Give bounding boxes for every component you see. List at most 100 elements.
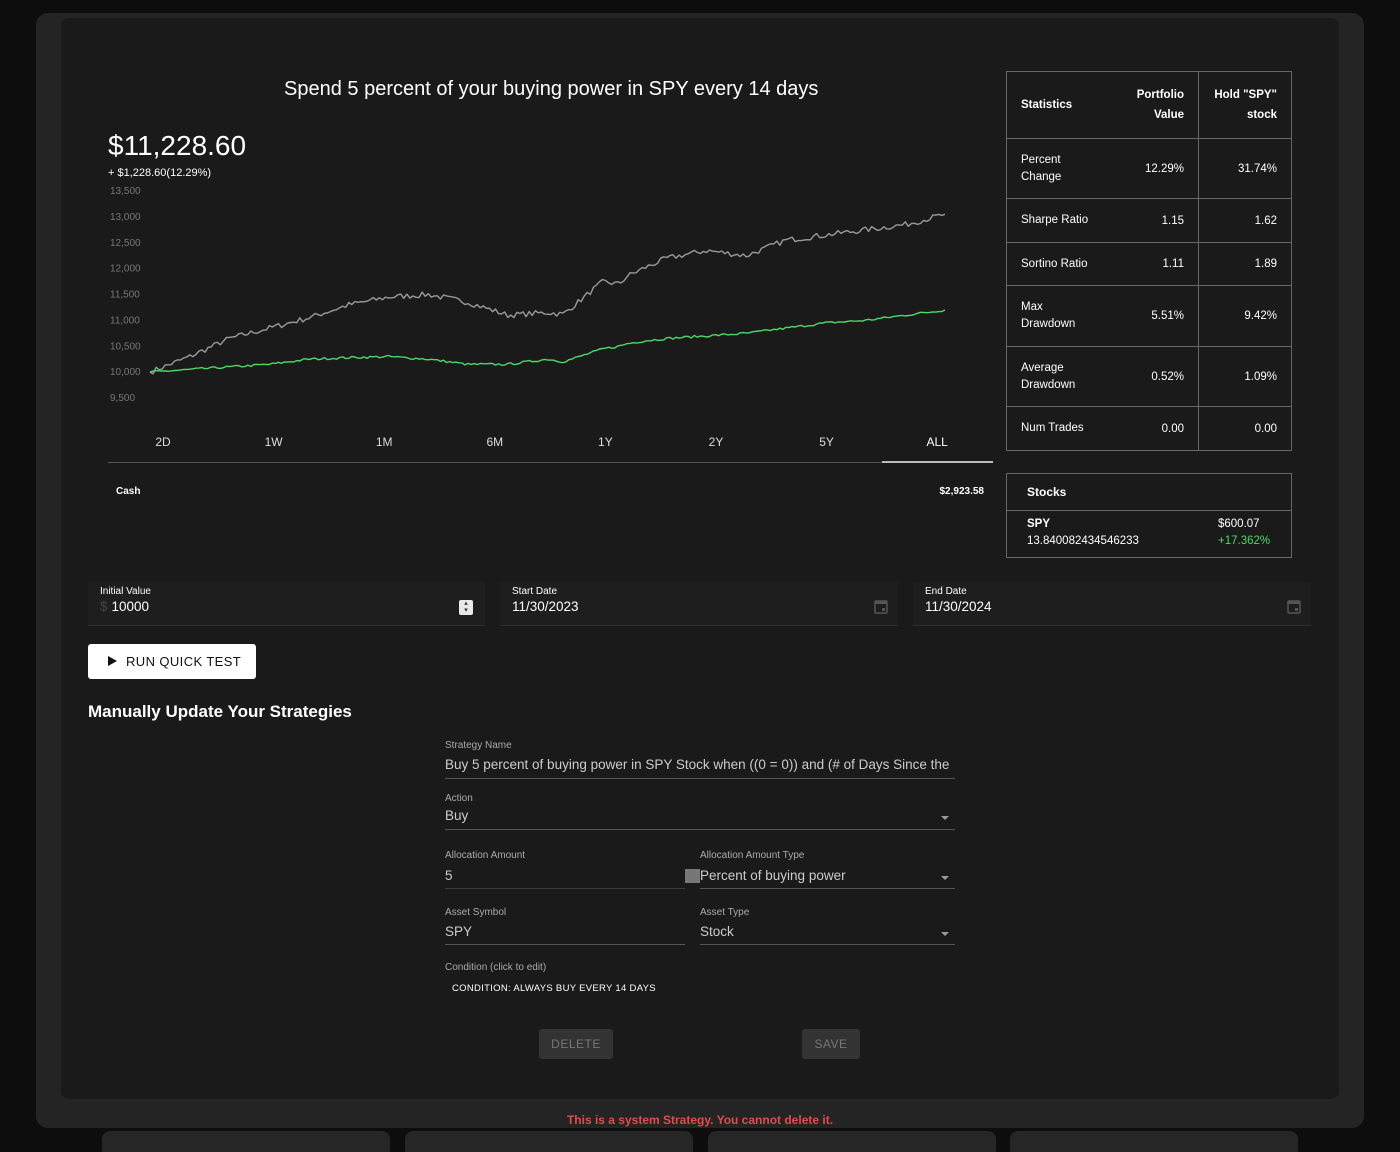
- stats-row-portfolio: 0.00: [1103, 406, 1199, 451]
- y-tick-label: 10,000: [110, 367, 141, 378]
- section-title: Manually Update Your Strategies: [88, 702, 352, 721]
- time-range-tabs: 2D 1W 1M 6M 1Y 2Y 5Y ALL: [108, 430, 993, 464]
- initial-value-input[interactable]: 10000: [112, 599, 150, 614]
- stock-quantity: 13.840082434546233: [1027, 535, 1139, 547]
- allocation-type-label: Allocation Amount Type: [700, 850, 805, 861]
- stats-row-hold: 1.62: [1198, 198, 1292, 243]
- statistics-table: Statistics Portfolio Value Hold "SPY" st…: [1006, 71, 1292, 451]
- number-spinner-icon[interactable]: ▴ ▾: [459, 600, 473, 615]
- stats-row-label: Sharpe Ratio: [1006, 198, 1104, 243]
- y-tick-label: 13,000: [110, 212, 141, 223]
- stocks-header: Stocks: [1007, 474, 1291, 511]
- portfolio-chart: 13,500 13,000 12,500 12,000 11,500 11,000 10,5…: [110, 186, 946, 404]
- stats-row: Sharpe Ratio 1.15 1.62: [1006, 198, 1292, 243]
- stats-row-hold: 9.42%: [1198, 285, 1292, 347]
- stats-row-label: Num Trades: [1006, 406, 1104, 451]
- save-button[interactable]: SAVE: [802, 1029, 860, 1059]
- chevron-down-icon[interactable]: [941, 932, 949, 936]
- y-tick-label: 10,500: [110, 341, 141, 352]
- strategy-card-preview[interactable]: [708, 1131, 996, 1152]
- cash-value: $2,923.58: [939, 486, 985, 497]
- range-tab-all[interactable]: ALL: [882, 430, 992, 462]
- stats-row: Average Drawdown 0.52% 1.09%: [1006, 346, 1292, 407]
- stats-row: Sortino Ratio 1.11 1.89: [1006, 242, 1292, 286]
- range-tab-1m[interactable]: 1M: [329, 430, 439, 462]
- checkbox-icon[interactable]: [685, 869, 700, 883]
- calendar-icon[interactable]: [1287, 599, 1301, 614]
- strategy-name-input[interactable]: Buy 5 percent of buying power in SPY Sto…: [445, 757, 955, 772]
- initial-value-label: Initial Value: [100, 586, 151, 597]
- stats-row-label: Average Drawdown: [1006, 346, 1104, 407]
- run-quick-test-button[interactable]: RUN QUICK TEST: [88, 644, 256, 679]
- start-date-label: Start Date: [512, 586, 558, 597]
- end-date-input[interactable]: 11/30/2024: [925, 599, 992, 614]
- strategy-card-preview[interactable]: [405, 1131, 693, 1152]
- stats-row: Num Trades 0.00 0.00: [1006, 406, 1292, 451]
- strategy-card-preview[interactable]: [1010, 1131, 1298, 1152]
- y-tick-label: 13,500: [110, 186, 141, 197]
- stats-header-hold: Hold "SPY" stock: [1198, 71, 1292, 139]
- calendar-icon[interactable]: [874, 599, 888, 614]
- y-tick-label: 11,500: [110, 290, 140, 301]
- delete-button[interactable]: DELETE: [539, 1029, 613, 1059]
- start-date-field[interactable]: Start Date 11/30/2023: [500, 582, 898, 626]
- initial-value-field[interactable]: Initial Value $10000 ▴ ▾: [88, 582, 485, 626]
- run-button-label: RUN QUICK TEST: [126, 654, 242, 669]
- allocation-type-select[interactable]: Percent of buying power: [700, 868, 925, 883]
- asset-symbol-input[interactable]: SPY: [445, 924, 675, 939]
- condition-chip[interactable]: CONDITION: ALWAYS BUY EVERY 14 DAYS: [452, 983, 656, 994]
- asset-symbol-underline: [445, 944, 685, 945]
- action-underline: [445, 829, 955, 830]
- strategy-name-label: Strategy Name: [445, 740, 512, 751]
- strategy-name-underline: [445, 778, 955, 779]
- strategy-card-preview[interactable]: [102, 1131, 390, 1152]
- stats-row-label: Max Drawdown: [1006, 285, 1104, 347]
- cash-label: Cash: [116, 486, 141, 497]
- y-tick-label: 9,500: [110, 393, 135, 404]
- dollar-prefix: $: [100, 599, 108, 614]
- asset-type-select[interactable]: Stock: [700, 924, 925, 939]
- y-tick-label: 12,500: [110, 238, 141, 249]
- stats-row-hold: 1.09%: [1198, 346, 1292, 407]
- asset-type-label: Asset Type: [700, 907, 750, 918]
- start-date-input[interactable]: 11/30/2023: [512, 599, 579, 614]
- portfolio-change: + $1,228.60(12.29%): [108, 167, 212, 179]
- portfolio-line: [149, 309, 946, 373]
- stats-header-portfolio: Portfolio Value: [1136, 89, 1184, 121]
- asset-type-underline: [700, 944, 955, 945]
- range-divider: [108, 462, 993, 463]
- range-tab-2y[interactable]: 2Y: [661, 430, 771, 462]
- range-active-indicator: [882, 461, 993, 463]
- range-tab-5y[interactable]: 5Y: [772, 430, 882, 462]
- stats-row-label: Percent Change: [1006, 138, 1104, 199]
- stats-row-hold: 1.89: [1198, 242, 1292, 286]
- action-select[interactable]: Buy: [445, 808, 925, 823]
- end-date-field[interactable]: End Date 11/30/2024: [913, 582, 1311, 626]
- stats-header-label: Statistics: [1021, 99, 1073, 111]
- stock-price: $600.07: [1218, 518, 1260, 530]
- range-tab-1w[interactable]: 1W: [219, 430, 329, 462]
- y-tick-label: 12,000: [110, 264, 141, 275]
- stats-row: Max Drawdown 5.51% 9.42%: [1006, 285, 1292, 347]
- range-tab-1y[interactable]: 1Y: [550, 430, 660, 462]
- chevron-down-icon[interactable]: [941, 876, 949, 880]
- stats-row: Percent Change 12.29% 31.74%: [1006, 138, 1292, 199]
- chart-title: Spend 5 percent of your buying power in …: [284, 78, 819, 100]
- stats-row-portfolio: 0.52%: [1103, 346, 1199, 407]
- asset-symbol-label: Asset Symbol: [445, 907, 507, 918]
- allocation-amount-input[interactable]: 5: [445, 868, 675, 883]
- chevron-down-icon[interactable]: [941, 816, 949, 820]
- allocation-amount-underline: [445, 888, 685, 889]
- end-date-label: End Date: [925, 586, 967, 597]
- range-tab-2d[interactable]: 2D: [108, 430, 218, 462]
- y-tick-label: 11,000: [110, 315, 140, 326]
- stock-symbol: SPY: [1027, 518, 1051, 530]
- stock-change: +17.362%: [1218, 535, 1271, 547]
- error-message: This is a system Strategy. You cannot de…: [566, 1113, 834, 1127]
- play-icon: [108, 656, 117, 666]
- stats-row-portfolio: 1.11: [1103, 242, 1199, 286]
- stats-row-label: Sortino Ratio: [1006, 242, 1104, 286]
- condition-label: Condition (click to edit): [445, 962, 547, 973]
- range-tab-6m[interactable]: 6M: [440, 430, 550, 462]
- allocation-type-underline: [700, 888, 955, 889]
